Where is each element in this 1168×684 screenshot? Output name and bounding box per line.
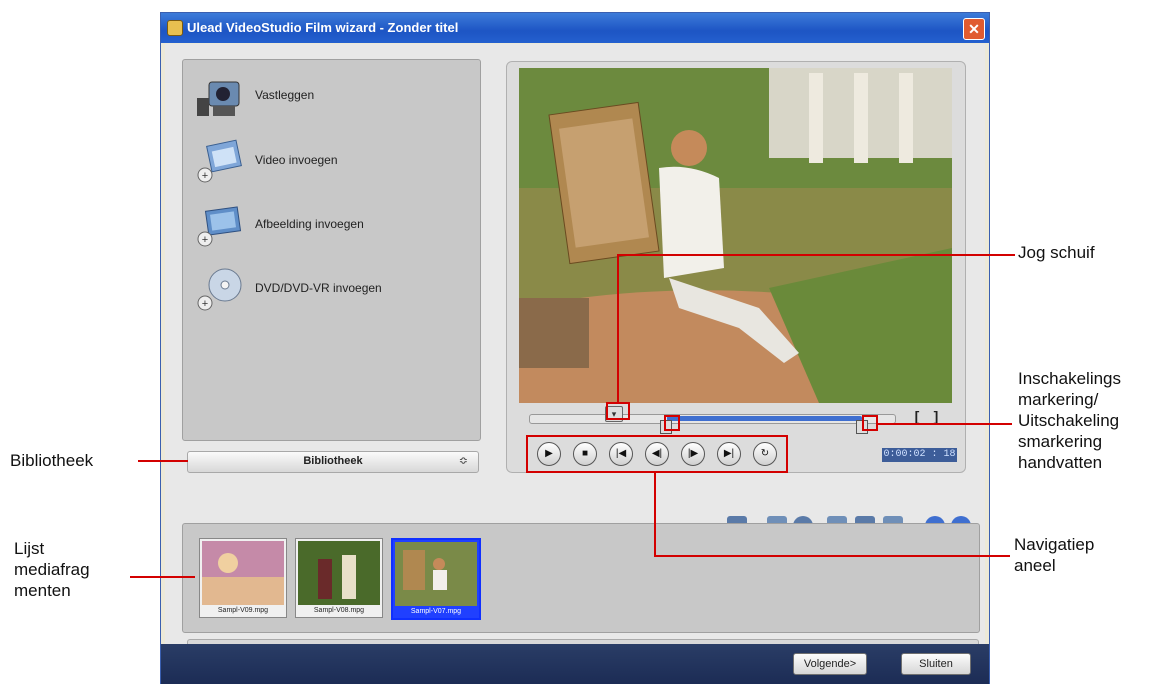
wizard-footer: Volgende> Sluiten [161, 644, 989, 684]
insert-video-icon: + [197, 139, 242, 183]
clip-item[interactable]: Sampl-V08.mpg [295, 538, 383, 618]
clip-thumbnail [395, 542, 477, 606]
option-label: Afbeelding invoegen [255, 217, 364, 231]
clip-leader-line [130, 576, 195, 578]
clip-item-selected[interactable]: Sampl-V07.mpg [391, 538, 481, 620]
close-button[interactable]: Sluiten [901, 653, 971, 675]
close-window-button[interactable]: ✕ [963, 18, 985, 40]
option-insert-image[interactable]: + Afbeelding invoegen [195, 201, 465, 257]
annotation-library: Bibliotheek [10, 451, 94, 470]
source-options-panel: Vastleggen + Video invoegen + Afbeelding… [182, 59, 481, 441]
video-preview [519, 68, 952, 403]
option-insert-video[interactable]: + Video invoegen [195, 137, 465, 193]
next-button[interactable]: Volgende> [793, 653, 867, 675]
annotation-markers-line: smarkering [1018, 432, 1103, 451]
clip-caption: Sampl-V07.mpg [410, 608, 462, 615]
jog-leader-line [617, 254, 619, 402]
nav-leader-line [654, 473, 656, 555]
annotation-nav-line: Navigatiep [1014, 535, 1095, 554]
insert-dvd-icon: + [197, 268, 242, 311]
out-marker-highlight-box [862, 415, 878, 431]
clip-caption: Sampl-V08.mpg [313, 607, 365, 614]
library-leader-line [138, 460, 188, 462]
annotation-nav: Navigatiep aneel [1014, 534, 1094, 576]
marker-leader-line [878, 423, 1012, 425]
annotation-jog: Jog schuif [1018, 243, 1095, 262]
annotation-clips: Lijst mediafrag menten [14, 538, 90, 601]
insert-image-icon: + [197, 206, 242, 247]
annotation-clips-line: mediafrag [14, 560, 90, 579]
annotation-markers-line: markering/ [1018, 390, 1099, 409]
svg-text:+: + [202, 298, 208, 310]
mark-in-button[interactable]: [ [910, 408, 924, 424]
annotation-markers-line: Uitschakeling [1018, 411, 1120, 430]
svg-text:+: + [202, 234, 208, 246]
window-title: Ulead VideoStudio Film wizard - Zonder t… [187, 20, 459, 35]
library-toggle-bar[interactable]: Bibliotheek ≎ [187, 451, 479, 473]
preview-panel: ▾ [ ] ▶ ■ |◀ ◀| |▶ ▶| ↻ 0:00:02 : 18 [506, 61, 966, 473]
timecode-display[interactable]: 0:00:02 : 18 [882, 448, 957, 462]
jog-highlight-box [606, 402, 630, 420]
clip-thumbnail [202, 541, 284, 605]
expand-arrow-icon: ≎ [458, 455, 468, 467]
option-label: DVD/DVD-VR invoegen [255, 281, 382, 295]
option-capture[interactable]: Vastleggen [195, 72, 465, 128]
option-label: Vastleggen [255, 88, 315, 102]
annotation-clips-line: menten [14, 581, 71, 600]
clip-item[interactable]: Sampl-V09.mpg [199, 538, 287, 618]
annotation-markers: Inschakelings markering/ Uitschakeling s… [1018, 368, 1121, 473]
title-bar[interactable]: Ulead VideoStudio Film wizard - Zonder t… [161, 13, 989, 43]
annotation-clips-line: Lijst [14, 539, 45, 558]
svg-text:+: + [202, 170, 208, 182]
media-clip-list: Sampl-V09.mpg Sampl-V08.mpg Sampl-V07.mp… [182, 523, 980, 633]
jog-leader-line [617, 254, 1015, 256]
annotation-markers-line: handvatten [1018, 453, 1103, 472]
library-label: Bibliotheek [303, 455, 363, 467]
wizard-window: Ulead VideoStudio Film wizard - Zonder t… [160, 12, 990, 684]
content-area: Vastleggen + Video invoegen + Afbeelding… [165, 44, 985, 647]
trim-range-bar [667, 416, 862, 421]
app-icon [167, 20, 183, 36]
camcorder-icon [197, 81, 240, 116]
nav-leader-line [654, 555, 1010, 557]
clip-thumbnail [298, 541, 380, 605]
option-insert-dvd[interactable]: + DVD/DVD-VR invoegen [195, 265, 465, 321]
option-label: Video invoegen [255, 153, 338, 167]
in-marker-highlight-box [664, 415, 680, 431]
clip-caption: Sampl-V09.mpg [217, 607, 269, 614]
mark-out-button[interactable]: ] [929, 408, 943, 424]
annotation-nav-line: aneel [1014, 556, 1056, 575]
nav-panel-highlight-box [526, 435, 788, 473]
video-frame-image [519, 68, 952, 403]
annotation-markers-line: Inschakelings [1018, 369, 1122, 388]
